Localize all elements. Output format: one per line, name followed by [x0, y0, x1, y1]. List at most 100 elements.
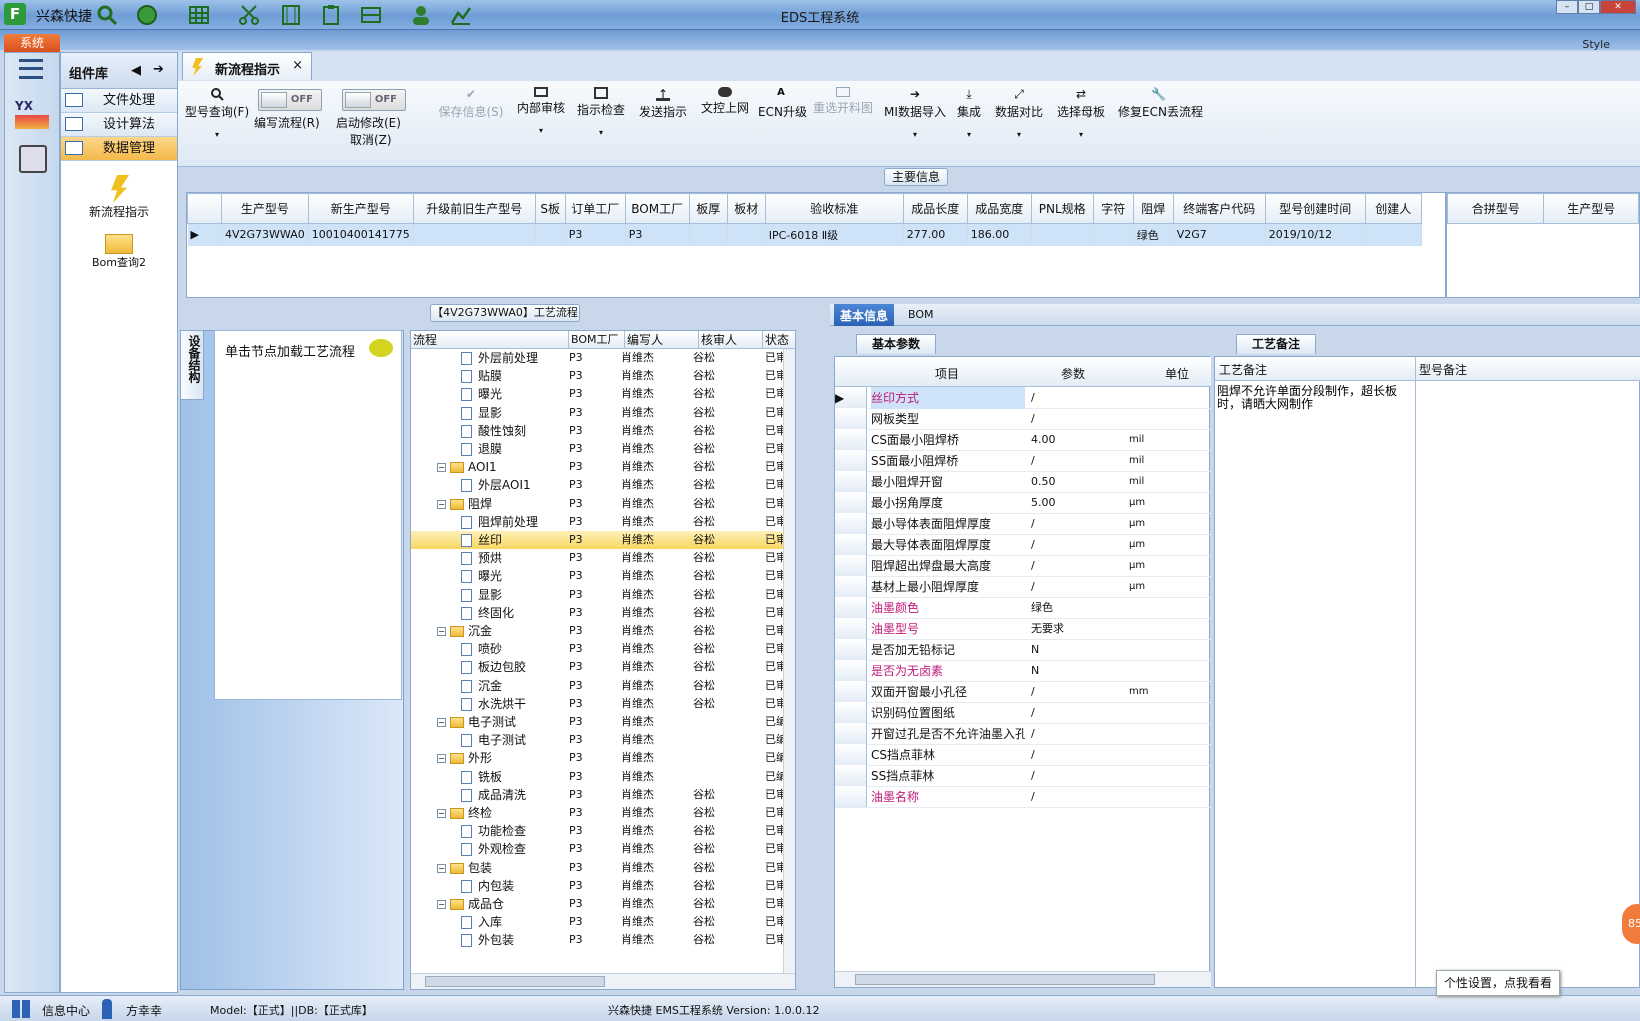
info-center-link[interactable]: 信息中心 [42, 1002, 90, 1019]
tree-node[interactable]: 水洗烘干 P3 肖维杰 谷松 已审核 [411, 695, 785, 713]
column-header[interactable]: 生产型号 [1543, 193, 1639, 224]
param-row[interactable]: 是否加无铅标记 N [835, 639, 1211, 661]
param-value[interactable]: 无要求 [1031, 618, 1123, 640]
tree-node[interactable]: 电子测试 P3 肖维杰 已编写 [411, 731, 785, 749]
minimize-button[interactable]: – [1556, 0, 1578, 14]
column-header[interactable]: 合拼型号 [1446, 193, 1545, 224]
param-value[interactable]: / [1031, 744, 1123, 766]
close-tab-icon[interactable]: × [292, 58, 303, 73]
scroll-thumb[interactable] [855, 974, 1155, 985]
column-header[interactable]: 订单工厂 [564, 193, 626, 224]
column-header[interactable]: 生产型号 [221, 193, 309, 224]
column-header[interactable]: 阻焊 [1132, 193, 1174, 224]
windows-grid-icon[interactable] [12, 1000, 30, 1018]
column-header[interactable]: 流程 [411, 331, 569, 349]
tree-node[interactable]: 酸性蚀刻 P3 肖维杰 谷松 已审核 [411, 422, 785, 440]
column-header[interactable]: 字符 [1092, 193, 1134, 224]
column-header[interactable]: S板 [534, 193, 566, 224]
instruction-check-button[interactable]: 指示检查 ▾ [576, 87, 626, 137]
tool-new-process[interactable]: 新流程指示 [61, 175, 177, 220]
table-cell[interactable]: V2G7 [1173, 223, 1266, 246]
param-row[interactable]: ▶ 丝印方式 / [835, 387, 1211, 409]
tree-node[interactable]: − 成品仓 P3 肖维杰 谷松 已审核 [411, 895, 785, 913]
send-instruction-button[interactable]: ↑ 发送指示 [638, 87, 688, 120]
param-value[interactable]: / [1031, 387, 1123, 409]
table-cell[interactable] [1031, 223, 1094, 246]
column-header[interactable]: 创建人 [1364, 193, 1422, 224]
table-cell[interactable] [535, 223, 566, 246]
tree-node[interactable]: 终固化 P3 肖维杰 谷松 已审核 [411, 604, 785, 622]
param-value[interactable]: N [1031, 660, 1123, 682]
collapse-icon[interactable]: − [437, 754, 446, 764]
tree-node[interactable]: 功能检查 P3 肖维杰 谷松 已审核 [411, 822, 785, 840]
reselect-drawing-button[interactable]: 重选开料图 [812, 87, 874, 116]
table-row[interactable]: ▶ 4V2G73WWA0 10010400141775 P3 P3 IPC-6018 Ⅱ级… [187, 223, 1422, 246]
column-header[interactable]: 编写人 [625, 331, 699, 349]
tree-node[interactable]: − 阻焊 P3 肖维杰 谷松 已审核 [411, 495, 785, 513]
column-header[interactable]: PNL规格 [1030, 193, 1094, 224]
column-header[interactable]: 状态 [763, 331, 795, 349]
param-row[interactable]: CS挡点菲林 / [835, 744, 1211, 766]
column-header[interactable]: 新生产型号 [307, 193, 414, 224]
tree-node[interactable]: 曝光 P3 肖维杰 谷松 已审核 [411, 385, 785, 403]
tree-node[interactable]: 丝印 P3 肖维杰 谷松 已审核 [411, 531, 785, 549]
chevron-down-icon[interactable]: ▾ [576, 128, 626, 137]
tree-node[interactable]: 曝光 P3 肖维杰 谷松 已审核 [411, 567, 785, 585]
doc-upload-button[interactable]: 文控上网 [700, 87, 750, 116]
personalize-tooltip[interactable]: 个性设置，点我看看 [1436, 970, 1560, 996]
collapse-icon[interactable]: − [437, 718, 446, 727]
tree-node[interactable]: 沉金 P3 肖维杰 谷松 已审核 [411, 677, 785, 695]
tree-node[interactable]: − 电子测试 P3 肖维杰 已编写 [411, 713, 785, 731]
tab-bom[interactable]: BOM [908, 308, 934, 321]
tree-node[interactable]: − 包装 P3 肖维杰 谷松 已审核 [411, 859, 785, 877]
column-header[interactable]: 终端客户代码 [1172, 193, 1266, 224]
horizontal-scrollbar[interactable] [411, 973, 795, 989]
tree-node[interactable]: − 外形 P3 肖维杰 已编写 [411, 749, 785, 767]
table-cell[interactable]: 186.00 [967, 223, 1032, 246]
param-row[interactable]: 开窗过孔是否不允许油墨入孔 / [835, 723, 1211, 745]
close-button[interactable]: ✕ [1600, 0, 1636, 14]
param-value[interactable]: 4.00 [1031, 429, 1123, 451]
table-cell[interactable]: P3 [625, 223, 690, 246]
param-value[interactable]: / [1031, 576, 1123, 598]
internal-review-button[interactable]: 内部审核 ▾ [516, 87, 566, 135]
column-header[interactable]: 项目 [935, 365, 959, 382]
table-cell[interactable] [1093, 223, 1134, 246]
chevron-down-icon[interactable]: ▾ [954, 130, 984, 139]
param-value[interactable]: / [1031, 723, 1123, 745]
column-header[interactable]: 参数 [1061, 365, 1085, 382]
param-value[interactable]: N [1031, 639, 1123, 661]
save-info-button[interactable]: ✔ 保存信息(S) [436, 87, 506, 120]
param-value[interactable]: / [1031, 555, 1123, 577]
process-remark-field[interactable]: 阻焊不允许单面分段制作，超长板时，请晒大网制作 [1217, 385, 1397, 505]
param-row[interactable]: 最小拐角厚度 5.00 μm [835, 492, 1211, 514]
column-header[interactable]: BOM工厂 [569, 331, 625, 349]
tree-node[interactable]: 显影 P3 肖维杰 谷松 已审核 [411, 586, 785, 604]
column-header[interactable]: 核审人 [699, 331, 763, 349]
param-value[interactable]: / [1031, 513, 1123, 535]
param-value[interactable]: / [1031, 408, 1123, 430]
tree-node[interactable]: 外包装 P3 肖维杰 谷松 已审核 [411, 931, 785, 949]
device-structure-tab[interactable]: 设备结构 [180, 330, 204, 400]
tree-node[interactable]: 喷砂 P3 肖维杰 谷松 已审核 [411, 640, 785, 658]
column-header[interactable]: 单位 [1165, 365, 1189, 382]
tool-bom-query[interactable]: Bom查询2 [61, 234, 177, 270]
tree-node[interactable]: 外观检查 P3 肖维杰 谷松 已审核 [411, 840, 785, 858]
chevron-down-icon[interactable]: ▾ [994, 130, 1044, 139]
table-cell[interactable]: P3 [565, 223, 626, 246]
collapse-icon[interactable]: − [437, 863, 446, 873]
tree-node[interactable]: − AOI1 P3 肖维杰 谷松 已审核 [411, 458, 785, 476]
column-header[interactable]: 型号备注 [1419, 361, 1467, 378]
table-cell[interactable]: 绿色 [1133, 223, 1174, 246]
tab-new-process[interactable]: 新流程指示 × [182, 52, 312, 80]
chevron-down-icon[interactable]: ▾ [516, 126, 566, 135]
yx-factory-icon[interactable]: YX [15, 99, 49, 131]
tree-node[interactable]: 贴膜 P3 肖维杰 谷松 已审核 [411, 367, 785, 385]
table-cell[interactable] [413, 223, 536, 246]
mi-import-button[interactable]: ➔ MI数据导入 ▾ [884, 87, 946, 139]
calculator-icon[interactable] [19, 145, 47, 173]
column-header[interactable]: 升级前旧生产型号 [412, 193, 536, 224]
param-value[interactable]: / [1031, 702, 1123, 724]
model-query-button[interactable]: 型号查询(F) ▾ [182, 87, 252, 139]
tree-node[interactable]: − 终检 P3 肖维杰 谷松 已审核 [411, 804, 785, 822]
